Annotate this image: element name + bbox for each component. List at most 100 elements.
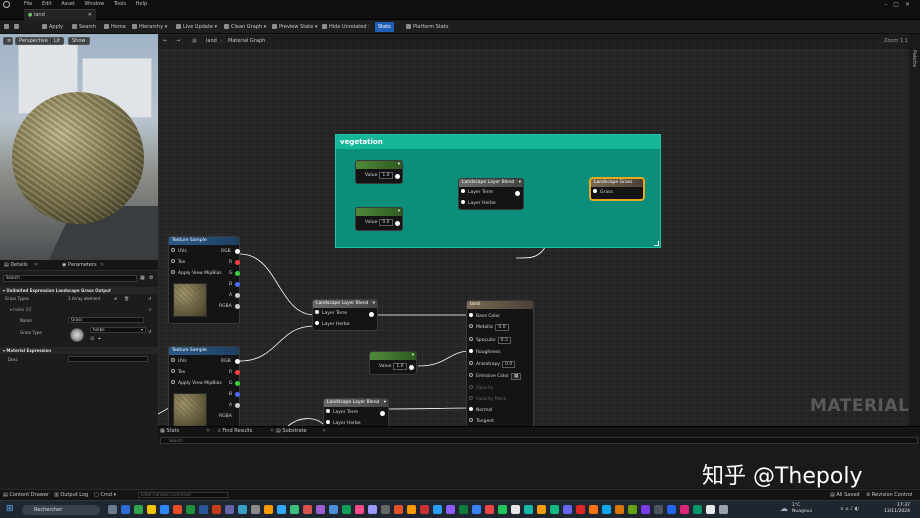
app-icon[interactable] [498,505,507,514]
app-icon[interactable] [446,505,455,514]
app-icon[interactable] [290,505,299,514]
more-icon[interactable]: ⋮ [366,20,371,34]
input-pin-base-color[interactable]: Base Color [469,313,500,320]
output-pin[interactable] [235,359,240,364]
unreal-icon[interactable] [706,505,715,514]
app-icon[interactable] [615,505,624,514]
app-icon[interactable] [342,505,351,514]
input-pin-tangent[interactable]: Tangent [469,418,494,425]
constant-node[interactable]: ▾ Value 0.0 [355,207,403,231]
reset-icon[interactable]: ↺ [148,329,151,334]
hide-unrelated-button[interactable]: Hide Unrelated [322,20,367,34]
preview-state-button[interactable]: Preview State ▾ [272,20,317,34]
minimize-icon[interactable]: – [884,1,893,8]
system-tray-icons[interactable]: ∧ ⌂ ♪ ◐ [840,506,859,512]
app-icon[interactable] [329,505,338,514]
output-pin-b[interactable]: B [229,281,232,288]
input-pin-mipbias[interactable]: Apply View MipBias [171,380,222,387]
output-pin[interactable] [235,260,240,265]
output-pin-g[interactable]: G [229,380,233,387]
app-icon[interactable] [264,505,273,514]
app-icon[interactable] [602,505,611,514]
app-icon[interactable] [654,505,663,514]
app-icon[interactable] [550,505,559,514]
stats-button[interactable]: Stats [375,22,394,32]
output-pin[interactable] [369,312,374,317]
input-pin-terre[interactable]: Layer Terre [461,189,493,196]
app-icon[interactable] [576,505,585,514]
texture-sample-node[interactable]: Texture Sample UVs Tex Apply View MipBia… [168,346,240,426]
platform-stats-button[interactable]: Platform Stats [406,20,448,34]
app-icon[interactable] [628,505,637,514]
input-pin-opacity-mask[interactable]: Opacity Mask [469,396,506,403]
constant-node[interactable]: ▾ Value 1.0 [369,351,417,375]
hierarchy-button[interactable]: Hierarchy ▾ [132,20,167,34]
app-icon[interactable] [251,505,260,514]
menu-window[interactable]: Window [85,0,105,9]
app-icon[interactable] [719,505,728,514]
tab-close-icon[interactable]: ✕ [206,427,210,436]
windows-start-icon[interactable]: ⊞ [6,505,15,514]
output-pin-rgba[interactable]: RGBA [219,303,232,310]
word-icon[interactable] [199,505,208,514]
add-element-icon[interactable]: ⊕ [114,295,117,302]
output-pin-g[interactable]: G [229,270,233,277]
tab-parameters[interactable]: ◉ Parameters [62,260,97,271]
input-pin-emissive[interactable]: Emissive Color ▦ [469,373,522,380]
landscape-layer-blend-node[interactable]: Landscape Layer Blend ▾ Layer Terre Layer… [312,299,378,331]
app-icon[interactable] [433,505,442,514]
value-field[interactable]: 0.0 [379,219,393,226]
output-pin-rgb[interactable]: RGB [221,358,231,365]
input-pin-metallic[interactable]: Metallic 0.0 [469,324,509,331]
app-icon[interactable] [134,505,143,514]
output-pin-rgba[interactable]: RGBA [219,413,232,420]
output-pin[interactable] [235,392,240,397]
illustrator-icon[interactable] [407,505,416,514]
grid-view-icon[interactable]: ▦ [140,275,145,281]
output-pin-b[interactable]: B [229,391,232,398]
input-pin-specular[interactable]: Specular 0.5 [469,337,511,344]
comment-title[interactable]: vegetation [336,135,660,149]
app-icon[interactable] [238,505,247,514]
input-pin-anisotropy[interactable]: Anisotropy 0.0 [469,361,516,368]
task-view-icon[interactable] [108,505,117,514]
forward-icon[interactable]: → [176,34,180,49]
app-icon[interactable] [589,505,598,514]
tab-close-icon[interactable]: ✕ [270,427,274,436]
maximize-icon[interactable]: □ [893,1,905,8]
apply-button[interactable]: Apply [42,20,63,34]
output-pin[interactable] [235,271,240,276]
landscape-layer-blend-node[interactable]: Landscape Layer Blend ▾ Layer Terre Layer… [458,178,524,210]
viewport-menu-icon[interactable]: ≡ [3,37,13,45]
input-pin-normal[interactable]: Normal [469,407,492,414]
input-pin-mipbias[interactable]: Apply View MipBias [171,270,222,277]
app-icon[interactable] [537,505,546,514]
output-pin[interactable] [235,249,240,254]
input-pin-uvs[interactable]: UVs [171,248,187,255]
clean-graph-button[interactable]: Clean Graph ▾ [224,20,266,34]
input-pin-uvs[interactable]: UVs [171,358,187,365]
desc-input[interactable] [68,356,148,362]
input-pin-terre[interactable]: Layer Terre [315,310,347,317]
output-pin[interactable] [235,304,240,309]
app-icon[interactable] [641,505,650,514]
landscape-grass-output-node[interactable]: Landscape Grass Grass [590,178,644,200]
output-pin-a[interactable]: A [229,402,232,409]
live-update-button[interactable]: Live Update ▾ [176,20,217,34]
menu-help[interactable]: Help [136,0,147,9]
output-pin[interactable] [235,293,240,298]
save-icon[interactable] [4,20,11,34]
menu-edit[interactable]: Edit [42,0,52,9]
app-icon[interactable] [524,505,533,514]
output-pin-rgb[interactable]: RGB [221,248,231,255]
taskbar-clock[interactable]: 17:37 13/11/2024 [884,503,910,515]
excel-icon[interactable] [186,505,195,514]
app-icon[interactable] [485,505,494,514]
value-field[interactable]: 1.0 [379,172,393,179]
output-pin-r[interactable]: R [229,259,232,266]
output-pin[interactable] [235,403,240,408]
input-pin-roughness[interactable]: Roughness [469,349,501,356]
tab-find-results[interactable]: ⌕ Find Results [218,427,252,436]
back-icon[interactable]: ← [163,34,167,49]
app-icon[interactable] [420,505,429,514]
